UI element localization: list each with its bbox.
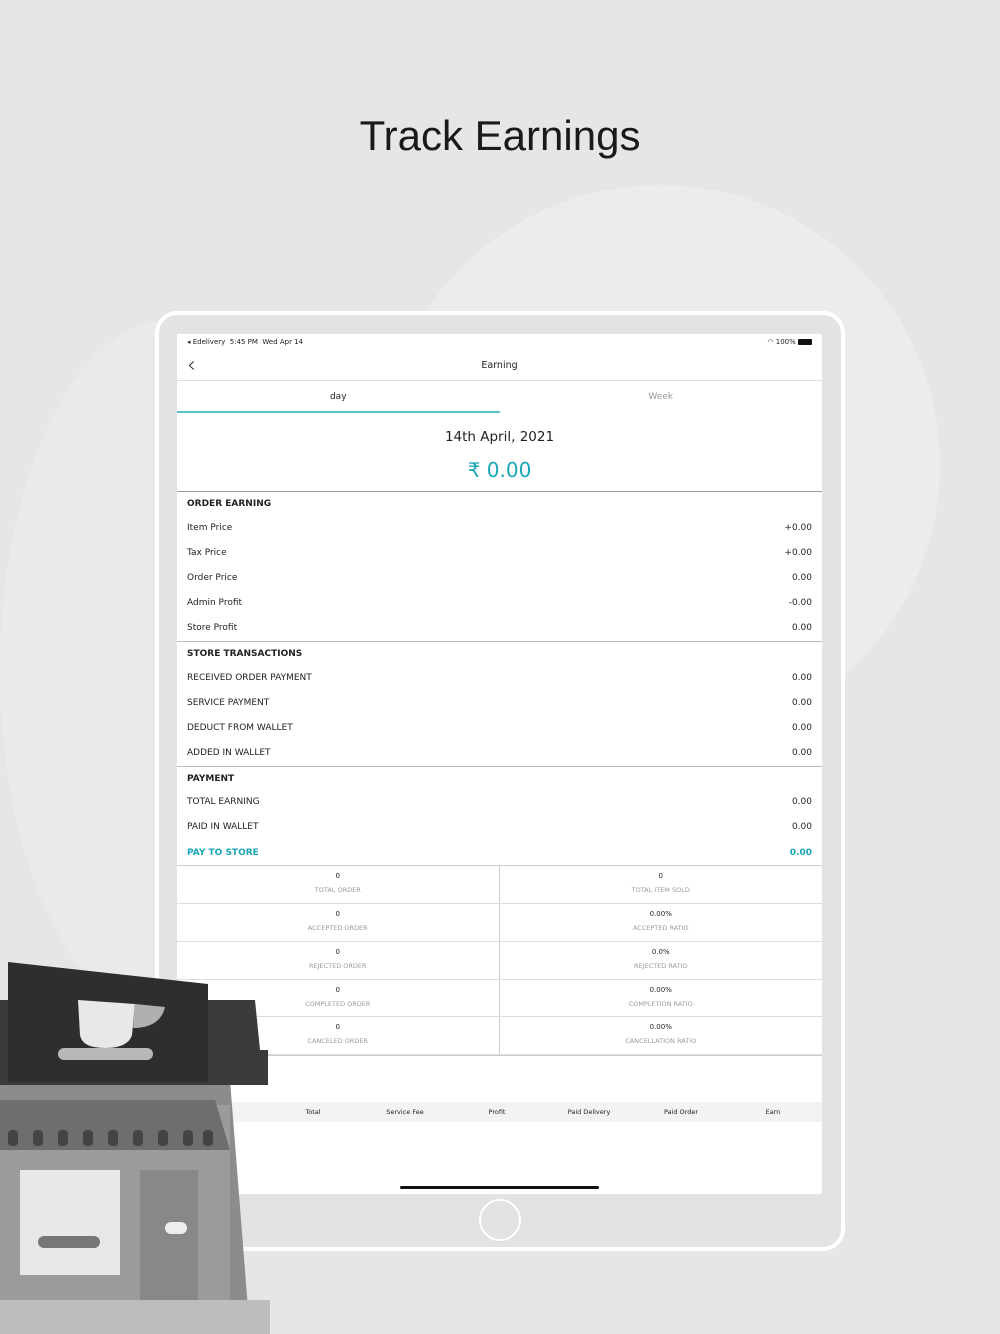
stat-cell: 0 TOTAL ITEM SOLD (499, 866, 822, 905)
section-title: PAYMENT (187, 773, 235, 784)
row-value: 0.00 (791, 797, 812, 808)
stat-cell: 0.00% ACCEPTED RATIO (499, 904, 822, 942)
column-header: Profit (488, 1108, 506, 1116)
earning-row: DEDUCT FROM WALLET 0.00 (177, 715, 822, 740)
stat-label: TOTAL ITEM SOLD (631, 886, 690, 895)
stat-cell: 0 ACCEPTED ORDER (177, 904, 500, 942)
stat-value: 0 (335, 947, 340, 956)
row-value: 0.00 (791, 722, 812, 733)
earning-row: Tax Price +0.00 (177, 540, 822, 565)
stat-value: 0 (335, 872, 340, 881)
stat-label: CANCELLATION RATIO (625, 1037, 697, 1046)
row-label: Store Profit (187, 623, 238, 634)
earning-row: PAID IN WALLET 0.00 (177, 815, 822, 840)
stat-value: 0.00% (649, 1023, 672, 1032)
row-label: Admin Profit (187, 598, 243, 609)
row-value: -0.00 (788, 598, 812, 609)
earning-row: ADDED IN WALLET 0.00 (177, 741, 822, 766)
tab-week[interactable]: Week (500, 381, 823, 413)
row-label: Item Price (187, 522, 233, 533)
row-label: TOTAL EARNING (187, 797, 260, 808)
stat-cell: 0.00% COMPLETION RATIO (499, 980, 822, 1018)
earning-row: Item Price +0.00 (177, 515, 822, 540)
stat-value: 0 (335, 910, 340, 919)
column-header: Paid Order (663, 1108, 699, 1116)
order-earning-section: ORDER EARNING Item Price +0.00 Tax Price +0… (177, 492, 822, 642)
nav-bar: ‹ Earning (177, 350, 822, 381)
page-title: Earning (481, 359, 518, 371)
wifi-icon: ◠ (767, 338, 774, 346)
row-value: 0.00 (791, 672, 812, 683)
stat-label: ACCEPTED RATIO (632, 924, 689, 933)
stat-value: 0.00% (649, 910, 672, 919)
row-value: 0.00 (791, 697, 812, 708)
stat-cell: 0 TOTAL ORDER (177, 866, 500, 905)
stat-value: 0.0% (651, 947, 670, 956)
earning-row: Store Profit 0.00 (177, 616, 822, 641)
row-value: 0.00 (791, 822, 812, 833)
back-chevron-icon[interactable]: ‹ (187, 353, 196, 378)
section-title: STORE TRANSACTIONS (187, 648, 303, 659)
stat-value: 0 (658, 872, 663, 881)
selected-date[interactable]: 14th April, 2021 (177, 429, 822, 445)
stat-label: COMPLETION RATIO (628, 999, 693, 1008)
earning-row: Admin Profit -0.00 (177, 591, 822, 616)
tab-day[interactable]: day (177, 381, 500, 413)
period-tabs: day Week (177, 381, 822, 413)
row-value: 0.00 (789, 847, 812, 858)
column-header: Service Fee (386, 1108, 424, 1116)
stat-label: ACCEPTED ORDER (307, 924, 368, 933)
store-illustration (0, 962, 270, 1334)
row-value: 0.00 (791, 572, 812, 583)
row-label: ADDED IN WALLET (187, 748, 271, 759)
earning-row: PAY TO STORE 0.00 (177, 840, 822, 865)
battery-icon (798, 339, 812, 345)
status-date: Wed Apr 14 (262, 338, 304, 346)
stat-label: REJECTED RATIO (633, 961, 688, 970)
section-title: ORDER EARNING (187, 499, 272, 509)
row-value: 0.00 (791, 623, 812, 634)
store-transactions-section: STORE TRANSACTIONS RECEIVED ORDER PAYMEN… (177, 642, 822, 767)
earning-row: RECEIVED ORDER PAYMENT 0.00 (177, 665, 822, 690)
earning-row: SERVICE PAYMENT 0.00 (177, 690, 822, 715)
row-label: DEDUCT FROM WALLET (187, 722, 293, 733)
stat-cell: 0.0% REJECTED RATIO (499, 942, 822, 980)
home-indicator (400, 1186, 599, 1189)
column-header: Total (305, 1108, 321, 1116)
row-label: SERVICE PAYMENT (187, 697, 270, 708)
row-label: PAY TO STORE (187, 847, 259, 858)
payment-section: PAYMENT TOTAL EARNING 0.00 PAID IN WALLET 0… (177, 767, 822, 866)
stat-cell: 0.00% CANCELLATION RATIO (499, 1017, 822, 1056)
battery-level: 100% (775, 338, 796, 346)
column-header: Paid Delivery (567, 1108, 611, 1116)
row-value: 0.00 (791, 748, 812, 759)
row-value: +0.00 (784, 547, 812, 558)
total-earning: ₹ 0.00 (177, 458, 822, 492)
column-header: Earn (765, 1108, 781, 1116)
row-value: +0.00 (784, 522, 812, 533)
row-label: Tax Price (187, 547, 227, 558)
earning-row: Order Price 0.00 (177, 565, 822, 590)
status-app: ◂ Edelivery (187, 338, 226, 346)
status-time: 5:45 PM (229, 338, 258, 346)
row-label: Order Price (187, 572, 238, 583)
earning-row: TOTAL EARNING 0.00 (177, 790, 822, 815)
row-label: PAID IN WALLET (187, 822, 259, 833)
status-bar: ◂ Edelivery 5:45 PM Wed Apr 14 ◠ 100% (177, 334, 822, 350)
stat-value: 0.00% (649, 985, 672, 994)
stat-label: TOTAL ORDER (314, 886, 361, 895)
home-button (479, 1199, 521, 1241)
headline: Track Earnings (359, 112, 641, 159)
row-label: RECEIVED ORDER PAYMENT (187, 672, 312, 683)
